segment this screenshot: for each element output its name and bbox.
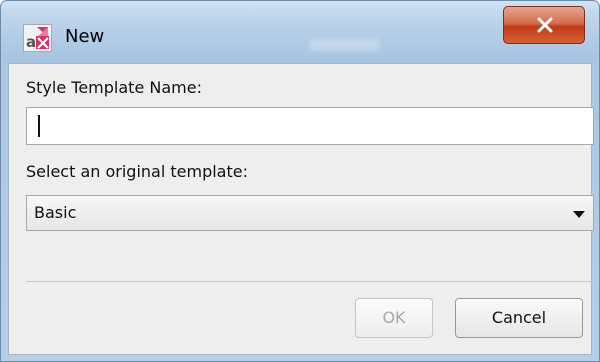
- close-button[interactable]: [503, 6, 585, 44]
- app-logo-icon: a: [23, 24, 52, 52]
- original-template-label: Select an original template:: [26, 162, 248, 181]
- ok-button[interactable]: OK: [355, 298, 433, 338]
- select-value: Basic: [34, 203, 77, 222]
- svg-text:a: a: [26, 33, 36, 51]
- title-bar[interactable]: a New: [1, 1, 599, 63]
- title-bar-reflection: [309, 39, 381, 51]
- text-caret: [38, 115, 40, 137]
- dialog-content: Style Template Name: Select an original …: [8, 63, 594, 355]
- style-template-name-label: Style Template Name:: [26, 78, 202, 97]
- window-title: New: [65, 26, 105, 47]
- dialog-window: a New Style Template Name: Select an ori…: [0, 0, 600, 362]
- divider: [26, 281, 594, 282]
- close-icon: [537, 17, 553, 33]
- style-template-name-input[interactable]: [26, 107, 594, 145]
- original-template-select[interactable]: Basic: [26, 195, 594, 231]
- chevron-down-icon: [573, 211, 585, 218]
- cancel-button[interactable]: Cancel: [455, 298, 583, 338]
